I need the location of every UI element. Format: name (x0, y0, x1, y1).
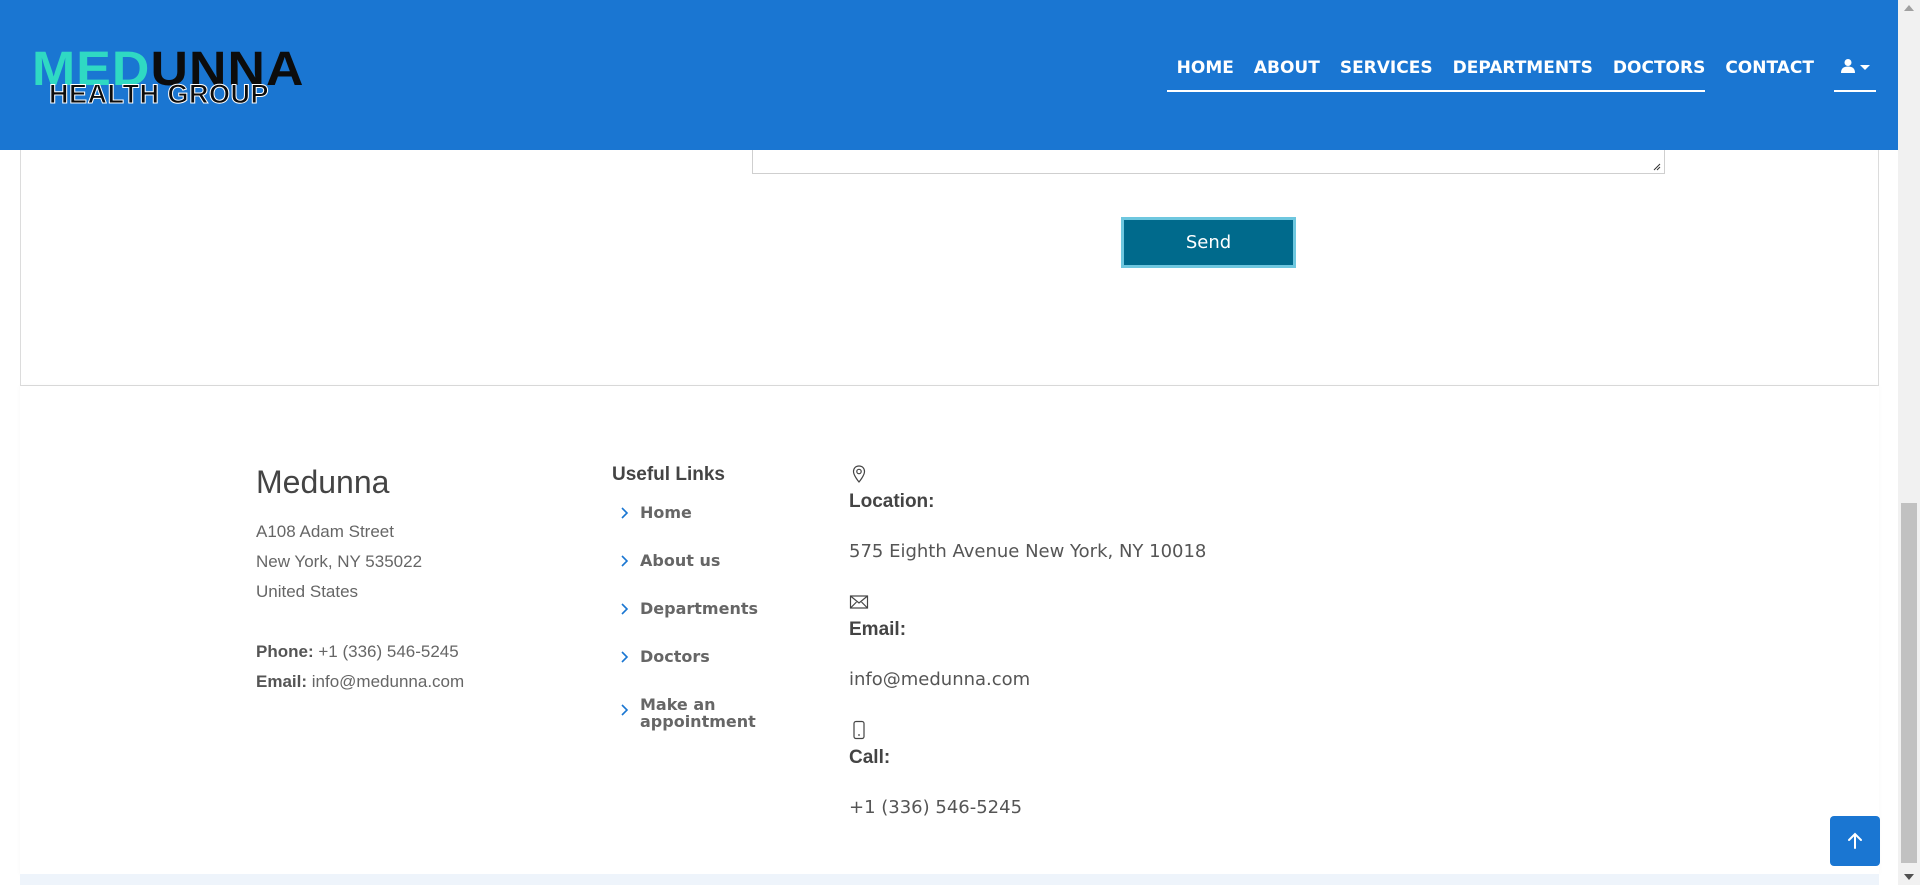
scroll-up-arrow-icon[interactable] (1904, 5, 1914, 11)
scroll-down-arrow-icon[interactable] (1904, 874, 1914, 880)
address-line: New York, NY 535022 (256, 552, 423, 571)
site-header: MEDUNNA HEALTH GROUP HOME ABOUT SERVICES… (0, 0, 1898, 150)
scrollbar-thumb[interactable] (1901, 503, 1917, 863)
footer-link-appointment[interactable]: Make an appointment (620, 696, 802, 730)
footer-email: Email: info@medunna.com (256, 672, 465, 691)
nav-services[interactable]: SERVICES (1340, 58, 1433, 90)
contact-form-section: Send (20, 120, 1879, 386)
location-label: Location: (849, 491, 935, 512)
address-line: United States (256, 582, 359, 601)
footer-link-doctors[interactable]: Doctors (620, 648, 802, 666)
footer-link-about[interactable]: About us (620, 552, 802, 570)
nav-departments[interactable]: DEPARTMENTS (1453, 58, 1593, 90)
user-menu-dropdown[interactable] (1834, 58, 1876, 92)
resize-handle-icon[interactable] (1652, 162, 1661, 171)
footer-link-home[interactable]: Home (620, 504, 802, 522)
location-block: Location: 575 Eighth Avenue New York, NY… (849, 464, 1349, 562)
send-button[interactable]: Send (1121, 217, 1296, 268)
email-label: Email: (849, 619, 907, 640)
main-nav: HOME ABOUT SERVICES DEPARTMENTS DOCTORS … (1166, 58, 1876, 98)
email-block: Email: info@medunna.com (849, 592, 1349, 690)
user-icon (1840, 58, 1856, 79)
footer-link-departments[interactable]: Departments (620, 600, 802, 618)
scroll-to-top-button[interactable] (1830, 816, 1880, 866)
contact-info-column: Location: 575 Eighth Avenue New York, NY… (849, 464, 1349, 836)
envelope-icon (849, 595, 869, 609)
footer-bottom-strip (20, 874, 1879, 885)
chevron-right-icon (620, 649, 630, 666)
nav-about[interactable]: ABOUT (1254, 58, 1320, 90)
chevron-right-icon (620, 553, 630, 570)
call-label: Call: (849, 747, 891, 768)
message-textarea[interactable] (752, 150, 1665, 174)
chevron-right-icon (620, 505, 630, 522)
email-value: info@medunna.com (849, 669, 1031, 690)
footer-brand: Medunna (256, 464, 390, 500)
medunna-logo[interactable]: MEDUNNA HEALTH GROUP (32, 46, 402, 109)
call-block: Call: +1 (336) 546-5245 (849, 720, 1349, 818)
nav-home[interactable]: HOME (1177, 58, 1234, 90)
footer-phone: Phone: +1 (336) 546-5245 (256, 642, 459, 661)
location-value: 575 Eighth Avenue New York, NY 10018 (849, 541, 1207, 562)
logo-subtitle: HEALTH GROUP (49, 79, 270, 109)
location-icon (852, 465, 866, 483)
nav-contact[interactable]: CONTACT (1725, 58, 1814, 90)
arrow-up-icon (1848, 832, 1862, 849)
nav-doctors[interactable]: DOCTORS (1613, 58, 1705, 90)
useful-links-column: Useful Links Home About us Departments D… (612, 464, 802, 760)
call-value: +1 (336) 546-5245 (849, 797, 1023, 818)
chevron-down-icon (1860, 65, 1870, 70)
footer-contact-column: Medunna A108 Adam Street New York, NY 53… (256, 464, 576, 697)
nav-links: HOME ABOUT SERVICES DEPARTMENTS DOCTORS (1166, 58, 1706, 92)
phone-icon (853, 720, 865, 740)
chevron-right-icon (620, 702, 630, 719)
site-footer: Medunna A108 Adam Street New York, NY 53… (20, 386, 1879, 874)
useful-links-title: Useful Links (612, 464, 725, 485)
chevron-right-icon (620, 601, 630, 618)
page-scrollbar[interactable] (1898, 0, 1920, 885)
address-line: A108 Adam Street (256, 522, 394, 541)
